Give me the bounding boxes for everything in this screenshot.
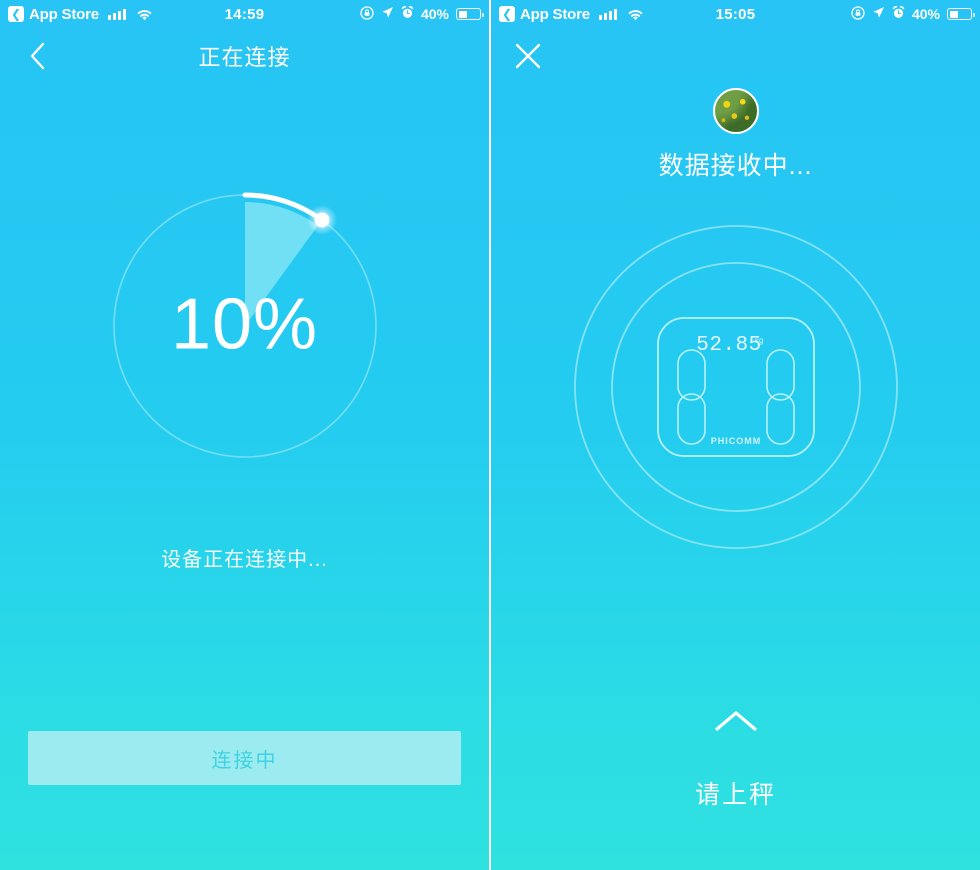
- step-on-prompt-arrow[interactable]: [491, 708, 980, 734]
- chevron-left-icon: [30, 42, 45, 70]
- close-button[interactable]: [511, 39, 545, 73]
- connection-status-text: 设备正在连接中...: [161, 549, 328, 571]
- scale-display-value: 52.85: [696, 334, 762, 357]
- receiving-title: 数据接收中...: [658, 152, 813, 180]
- scale-illustration: 52.85 kg PHICOMM: [571, 222, 901, 552]
- right-nav-bar: [491, 28, 980, 84]
- left-phone-screen: ❮ App Store 14:59 40% 正在连接 10% 设备正在连接中..…: [0, 0, 489, 870]
- chevron-up-icon: [714, 711, 757, 731]
- scale-graphic: 52.85 kg PHICOMM: [573, 225, 898, 549]
- battery-icon: [456, 8, 484, 20]
- status-bar-clock: 14:59: [224, 5, 265, 23]
- dual-screenshot-stage: ❮ App Store 14:59 40% 正在连接 10% 设备正在连接中..…: [0, 0, 980, 870]
- avatar: [712, 88, 759, 134]
- right-phone-screen: ❮ App Store 15:05 40% 数据接收中... 52.85 kg …: [491, 0, 980, 870]
- scale-display-unit: kg: [755, 336, 763, 345]
- right-status-bar: ❮ App Store 15:05 40%: [491, 0, 980, 28]
- connect-button[interactable]: 连接中: [28, 731, 461, 785]
- progress-percent-label: 10%: [170, 284, 319, 365]
- back-button[interactable]: [22, 41, 52, 71]
- close-icon: [515, 43, 541, 69]
- battery-icon: [947, 8, 975, 20]
- left-nav-bar: 正在连接: [0, 28, 489, 84]
- progress-knob: [314, 212, 329, 228]
- electrode-top-right: [765, 349, 795, 401]
- electrode-bottom-left: [676, 393, 706, 445]
- electrode-bottom-right: [765, 393, 795, 445]
- scale-brand-label: PHICOMM: [710, 436, 761, 446]
- left-status-bar: ❮ App Store 14:59 40%: [0, 0, 489, 28]
- status-bar-clock: 15:05: [715, 5, 756, 23]
- step-on-prompt-text: 请上秤: [694, 781, 776, 809]
- electrode-top-left: [676, 349, 706, 401]
- ripple-ring-inner: [610, 262, 861, 512]
- connection-progress-ring: 10%: [102, 183, 388, 469]
- ripple-ring-outer: [573, 225, 898, 549]
- page-title: 正在连接: [198, 45, 291, 70]
